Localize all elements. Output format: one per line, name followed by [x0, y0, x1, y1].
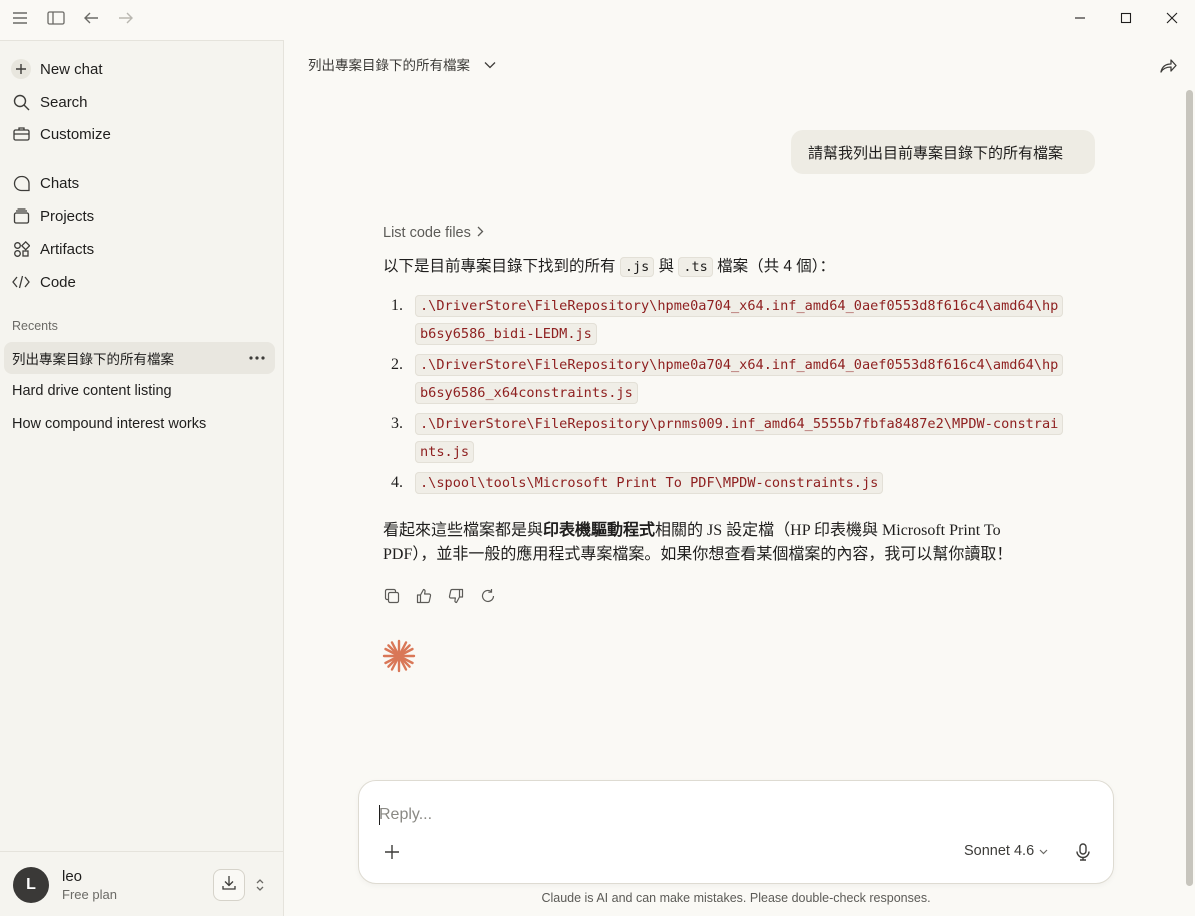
download-icon — [221, 875, 237, 895]
menu-icon[interactable] — [7, 6, 33, 30]
search-button[interactable]: Search — [0, 87, 284, 117]
sidebar-toggle-icon[interactable] — [43, 6, 69, 30]
chat-bubble-icon — [12, 174, 30, 192]
inline-code: .ts — [678, 257, 713, 277]
avatar[interactable]: L — [13, 867, 49, 903]
chevron-right-icon — [477, 225, 484, 241]
file-list: 1. .\DriverStore\FileRepository\hpme0a70… — [383, 292, 1064, 502]
list-item: 4. .\spool\tools\Microsoft Print To PDF\… — [383, 469, 1063, 499]
new-chat-button[interactable]: New chat — [0, 54, 284, 84]
summary-prefix: 看起來這些檔案都是與 — [383, 522, 544, 539]
recent-chat-label: How compound interest works — [12, 416, 207, 432]
tool-use-toggle[interactable]: List code files — [383, 225, 484, 241]
code-label: Code — [40, 273, 76, 291]
file-path-code: .\spool\tools\Microsoft Print To PDF\MPD… — [415, 472, 884, 494]
maximize-icon[interactable] — [1103, 4, 1149, 32]
chevron-down-icon — [484, 57, 496, 72]
inline-code: .js — [619, 257, 655, 277]
recents-heading: Recents — [12, 319, 58, 333]
list-number: 1. — [391, 297, 403, 314]
recent-chat-item[interactable]: 列出專案目錄下的所有檔案 — [4, 342, 275, 374]
chats-button[interactable]: Chats — [0, 168, 284, 198]
response-intro: 以下是目前專案目錄下找到的所有 .js 與 .ts 檔案（共 4 個）： — [383, 256, 835, 278]
code-button[interactable]: Code — [0, 267, 284, 297]
user-plan: Free plan — [62, 887, 117, 902]
customize-button[interactable]: Customize — [0, 119, 284, 149]
chevron-updown-icon[interactable] — [252, 874, 268, 896]
back-arrow-icon[interactable] — [78, 6, 104, 30]
thumbs-down-icon[interactable] — [446, 586, 466, 606]
chat-title-dropdown[interactable]: 列出專案目錄下的所有檔案 — [308, 54, 496, 74]
code-icon — [12, 273, 30, 291]
folder-stack-icon — [12, 207, 30, 225]
response-summary: 看起來這些檔案都是與印表機驅動程式相關的 JS 設定檔（HP 印表機與 Micr… — [383, 519, 1043, 567]
retry-icon[interactable] — [478, 586, 498, 606]
intro-suffix: 檔案（共 4 個）： — [717, 258, 836, 275]
download-button[interactable] — [213, 869, 245, 901]
artifacts-label: Artifacts — [40, 240, 95, 258]
sidebar: New chat Search Customize Chats Projects… — [0, 40, 284, 916]
close-icon[interactable] — [1149, 4, 1195, 32]
list-item: 2. .\DriverStore\FileRepository\hpme0a70… — [383, 351, 1064, 407]
list-number: 2. — [391, 356, 403, 373]
user-message-text: 請幫我列出目前專案目錄下的所有檔案 — [808, 144, 1064, 162]
chat-title: 列出專案目錄下的所有檔案 — [308, 58, 470, 73]
plus-icon — [11, 59, 31, 79]
user-name[interactable]: leo — [62, 868, 82, 885]
model-selector[interactable]: Sonnet 4.6 — [964, 843, 1048, 859]
search-icon — [12, 93, 30, 111]
intro-prefix: 以下是目前專案目錄下找到的所有 — [383, 258, 616, 275]
user-profile-bar: L leo Free plan — [0, 851, 284, 916]
more-options-icon[interactable] — [247, 348, 267, 368]
minimize-icon[interactable] — [1057, 4, 1103, 32]
thumbs-up-icon[interactable] — [414, 586, 434, 606]
intro-and: 與 — [658, 258, 675, 275]
forward-arrow-icon[interactable] — [113, 6, 139, 30]
search-label: Search — [40, 93, 88, 111]
recent-chat-label: Hard drive content listing — [12, 383, 172, 399]
claude-spark-icon — [381, 638, 417, 674]
new-chat-label: New chat — [40, 60, 103, 78]
add-attachment-icon[interactable] — [381, 841, 403, 863]
chats-label: Chats — [40, 174, 80, 192]
list-item: 1. .\DriverStore\FileRepository\hpme0a70… — [383, 292, 1064, 348]
list-number: 4. — [391, 474, 403, 491]
tool-use-label: List code files — [383, 225, 471, 241]
message-actions — [382, 586, 498, 606]
artifacts-button[interactable]: Artifacts — [0, 234, 284, 264]
artifacts-icon — [12, 240, 30, 258]
chevron-down-icon — [1039, 843, 1048, 859]
file-path-code: .\DriverStore\FileRepository\hpme0a704_x… — [415, 354, 1064, 404]
title-bar — [0, 0, 1195, 36]
briefcase-icon — [12, 125, 30, 143]
file-path-code: .\DriverStore\FileRepository\hpme0a704_x… — [415, 295, 1064, 345]
recent-chat-label: 列出專案目錄下的所有檔案 — [12, 352, 174, 367]
projects-label: Projects — [40, 207, 95, 225]
file-path-code: .\DriverStore\FileRepository\prnms009.in… — [415, 413, 1064, 463]
copy-icon[interactable] — [382, 586, 402, 606]
list-number: 3. — [391, 415, 403, 432]
projects-button[interactable]: Projects — [0, 201, 284, 231]
model-label: Sonnet 4.6 — [964, 843, 1035, 859]
message-composer: Sonnet 4.6 — [358, 780, 1114, 884]
list-item: 3. .\DriverStore\FileRepository\prnms009… — [383, 410, 1064, 466]
summary-bold: 印表機驅動程式 — [543, 522, 656, 539]
text-caret — [379, 805, 380, 825]
disclaimer: Claude is AI and can make mistakes. Plea… — [541, 891, 931, 905]
share-icon[interactable] — [1158, 56, 1178, 76]
reply-input[interactable] — [379, 803, 1079, 827]
recent-chat-item[interactable]: Hard drive content listing — [4, 375, 275, 407]
customize-label: Customize — [40, 125, 111, 143]
recent-chat-item[interactable]: How compound interest works — [4, 408, 275, 440]
scrollbar[interactable] — [1186, 90, 1193, 886]
microphone-icon[interactable] — [1073, 842, 1093, 862]
user-message-bubble: 請幫我列出目前專案目錄下的所有檔案 — [791, 130, 1095, 174]
